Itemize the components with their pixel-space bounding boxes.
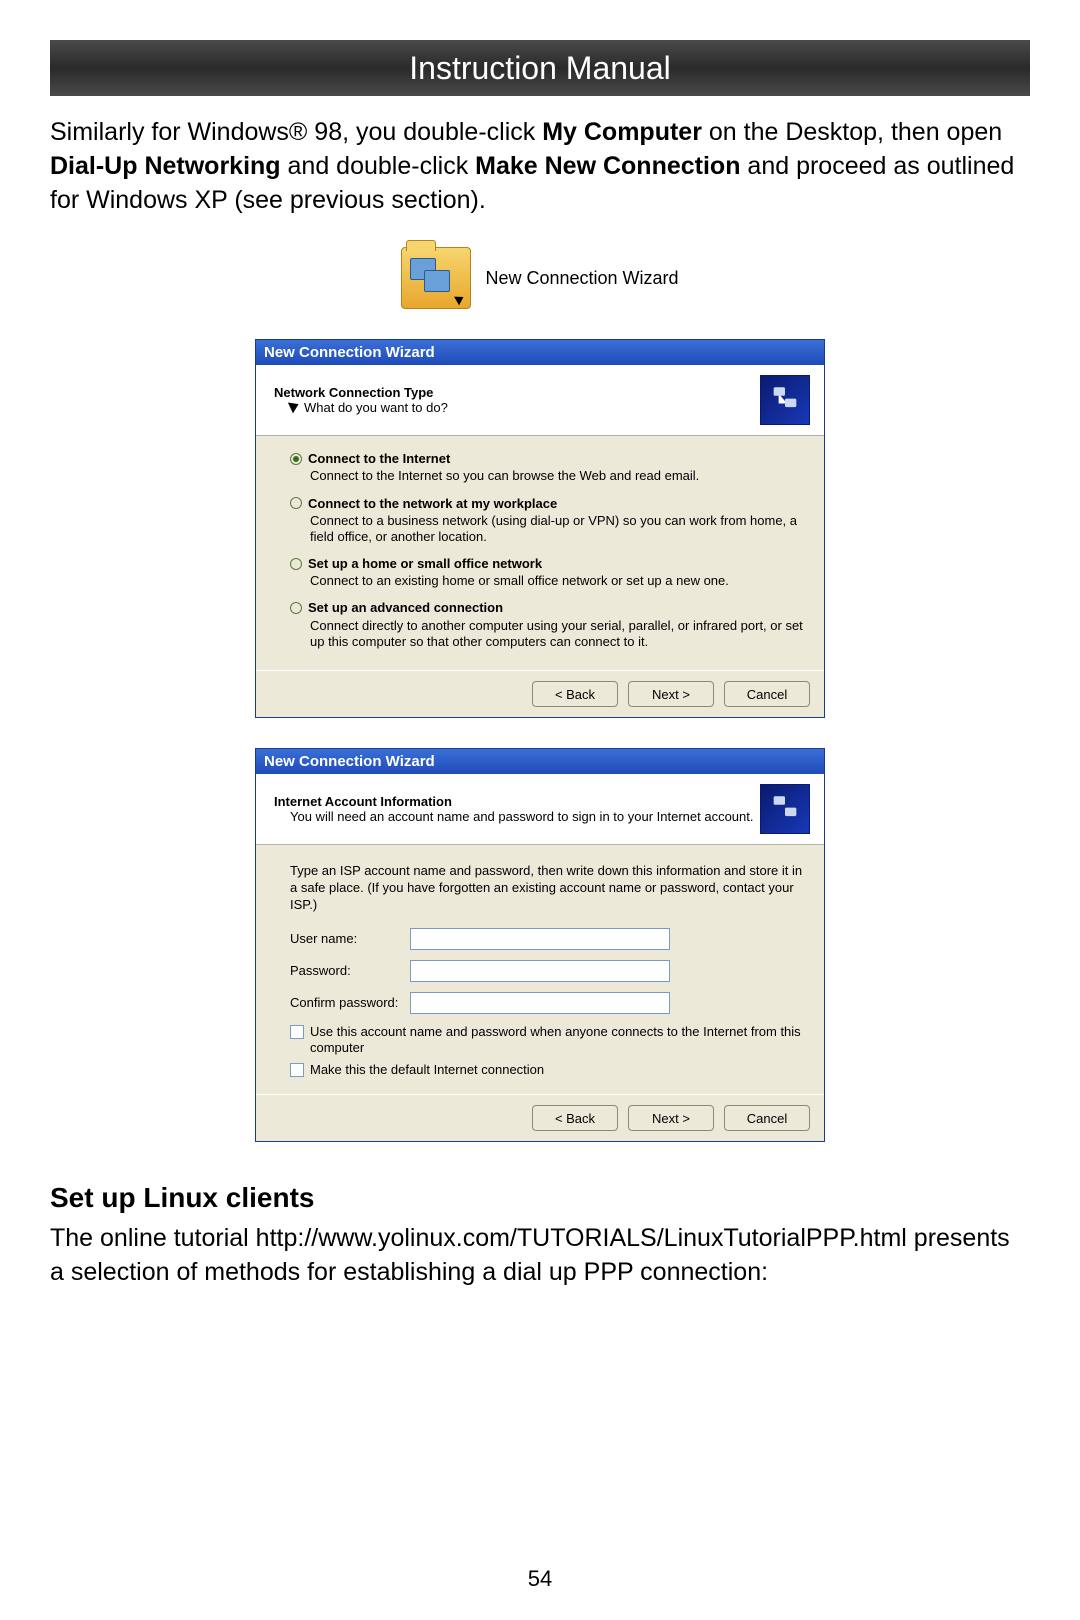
wizard1-heading: Network Connection Type bbox=[274, 385, 448, 400]
option-connect-internet[interactable]: Connect to the Internet Connect to the I… bbox=[290, 450, 804, 484]
wizard2-content: Type an ISP account name and password, t… bbox=[256, 845, 824, 1094]
radio-icon[interactable] bbox=[290, 558, 302, 570]
header-title: Instruction Manual bbox=[409, 50, 670, 87]
username-label: User name: bbox=[290, 931, 410, 946]
wizard-logo-icon bbox=[760, 784, 810, 834]
linux-paragraph: The online tutorial http://www.yolinux.c… bbox=[50, 1222, 1030, 1290]
back-button[interactable]: < Back bbox=[532, 681, 618, 707]
wizard1-content: Connect to the Internet Connect to the I… bbox=[256, 436, 824, 670]
wizard1-header: Network Connection Type What do you want… bbox=[256, 365, 824, 436]
intro-paragraph: Similarly for Windows® 98, you double-cl… bbox=[50, 116, 1030, 217]
wizard-logo-icon bbox=[760, 375, 810, 425]
row-username: User name: bbox=[290, 928, 804, 950]
wizard2-heading: Internet Account Information bbox=[274, 794, 753, 809]
radio-icon[interactable] bbox=[290, 453, 302, 465]
wizard2-titlebar: New Connection Wizard bbox=[256, 749, 824, 774]
next-button[interactable]: Next > bbox=[628, 681, 714, 707]
row-confirm: Confirm password: bbox=[290, 992, 804, 1014]
section-heading-linux: Set up Linux clients bbox=[50, 1182, 1030, 1214]
option-advanced-connection[interactable]: Set up an advanced connection Connect di… bbox=[290, 599, 804, 650]
header-bar: Instruction Manual bbox=[50, 40, 1030, 96]
wizard1-footer: < Back Next > Cancel bbox=[256, 670, 824, 717]
confirm-password-input[interactable] bbox=[410, 992, 670, 1014]
checkbox-icon[interactable] bbox=[290, 1063, 304, 1077]
cancel-button[interactable]: Cancel bbox=[724, 1105, 810, 1131]
password-input[interactable] bbox=[410, 960, 670, 982]
option-connect-workplace[interactable]: Connect to the network at my workplace C… bbox=[290, 495, 804, 546]
wizard2-footer: < Back Next > Cancel bbox=[256, 1094, 824, 1141]
back-button[interactable]: < Back bbox=[532, 1105, 618, 1131]
checkbox-use-account[interactable]: Use this account name and password when … bbox=[290, 1024, 804, 1057]
checkbox-default-connection[interactable]: Make this the default Internet connectio… bbox=[290, 1062, 804, 1078]
wizard-icon-label: New Connection Wizard bbox=[485, 268, 678, 289]
checkbox-icon[interactable] bbox=[290, 1025, 304, 1039]
next-button[interactable]: Next > bbox=[628, 1105, 714, 1131]
wizard-launcher: New Connection Wizard bbox=[50, 247, 1030, 309]
radio-icon[interactable] bbox=[290, 497, 302, 509]
cancel-button[interactable]: Cancel bbox=[724, 681, 810, 707]
username-input[interactable] bbox=[410, 928, 670, 950]
wizard1-subheading: What do you want to do? bbox=[290, 400, 448, 416]
cursor-icon bbox=[290, 400, 302, 416]
wizard2-subheading: You will need an account name and passwo… bbox=[290, 809, 753, 824]
option-home-network[interactable]: Set up a home or small office network Co… bbox=[290, 555, 804, 589]
new-connection-wizard-icon[interactable] bbox=[401, 247, 471, 309]
wizard-connection-type: New Connection Wizard Network Connection… bbox=[255, 339, 825, 718]
wizard2-header: Internet Account Information You will ne… bbox=[256, 774, 824, 845]
password-label: Password: bbox=[290, 963, 410, 978]
wizard1-titlebar: New Connection Wizard bbox=[256, 340, 824, 365]
wizard2-instructions: Type an ISP account name and password, t… bbox=[290, 863, 804, 914]
row-password: Password: bbox=[290, 960, 804, 982]
confirm-label: Confirm password: bbox=[290, 995, 410, 1010]
wizard-account-info: New Connection Wizard Internet Account I… bbox=[255, 748, 825, 1142]
page-number: 54 bbox=[0, 1566, 1080, 1592]
radio-icon[interactable] bbox=[290, 602, 302, 614]
